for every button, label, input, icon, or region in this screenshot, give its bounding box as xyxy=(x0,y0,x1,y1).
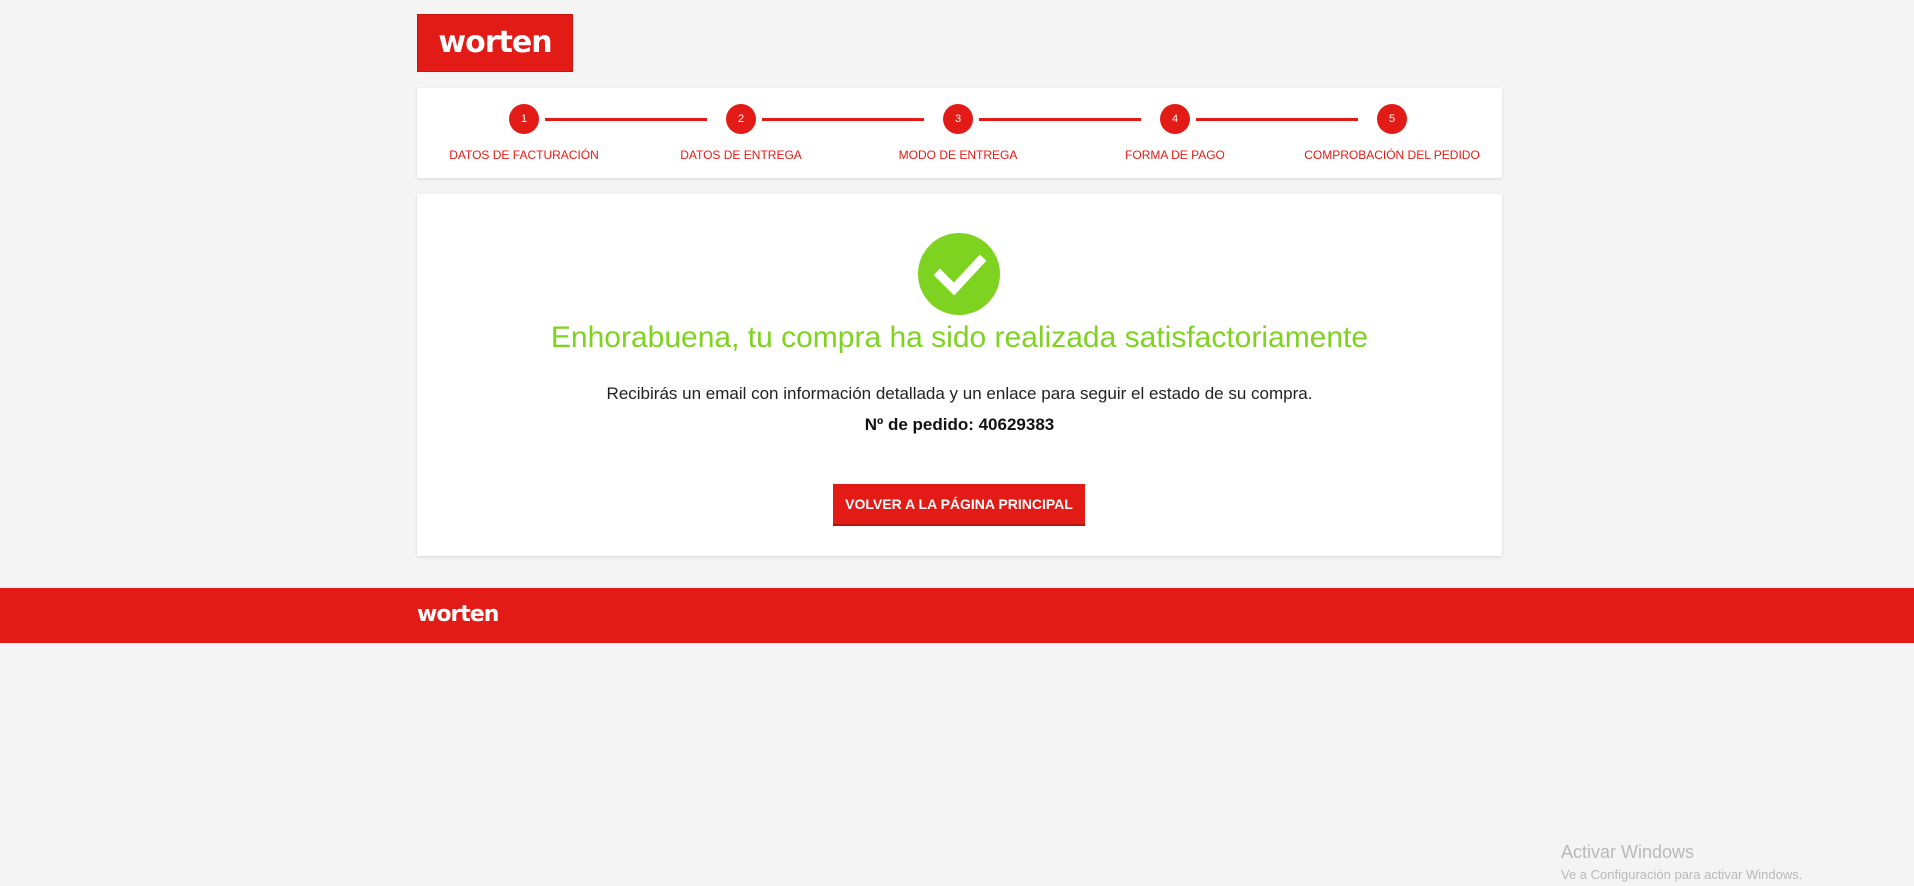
check-icon xyxy=(918,233,1000,315)
step-label: MODO DE ENTREGA xyxy=(898,148,1018,162)
step-number: 5 xyxy=(1377,104,1407,134)
step-label: COMPROBACIÓN DEL PEDIDO xyxy=(1304,148,1480,162)
step-label: FORMA DE PAGO xyxy=(1125,148,1225,162)
windows-activation-title: Activar Windows xyxy=(1561,842,1695,862)
step-number: 1 xyxy=(509,104,539,134)
step-label: DATOS DE FACTURACIÓN xyxy=(449,148,599,162)
step-entrega: 2 DATOS DE ENTREGA xyxy=(641,104,841,162)
step-modo-entrega: 3 MODO DE ENTREGA xyxy=(858,104,1058,162)
success-title: Enhorabuena, tu compra ha sido realizada… xyxy=(550,321,1369,354)
step-forma-pago: 4 FORMA DE PAGO xyxy=(1075,104,1275,162)
confirmation-card: Enhorabuena, tu compra ha sido realizada… xyxy=(417,194,1502,556)
step-label: DATOS DE ENTREGA xyxy=(680,148,802,162)
logo-text: worten xyxy=(438,25,552,60)
step-number: 2 xyxy=(726,104,756,134)
back-to-home-button[interactable]: VOLVER A LA PÁGINA PRINCIPAL xyxy=(833,484,1085,524)
step-number: 3 xyxy=(943,104,973,134)
step-number: 4 xyxy=(1160,104,1190,134)
step-facturacion: 1 DATOS DE FACTURACIÓN xyxy=(424,104,624,162)
confirmation-description: Recibirás un email con información detal… xyxy=(606,384,1313,403)
worten-logo[interactable]: worten xyxy=(417,14,573,72)
windows-activation-subtitle: Ve a Configuración para activar Windows. xyxy=(1561,867,1803,882)
footer: worten xyxy=(0,588,1914,643)
checkout-steps: 1 DATOS DE FACTURACIÓN 2 DATOS DE ENTREG… xyxy=(417,88,1502,178)
step-comprobacion: 5 COMPROBACIÓN DEL PEDIDO xyxy=(1292,104,1492,162)
footer-logo: worten xyxy=(417,602,499,627)
order-number: Nº de pedido: 40629383 xyxy=(864,415,1055,434)
